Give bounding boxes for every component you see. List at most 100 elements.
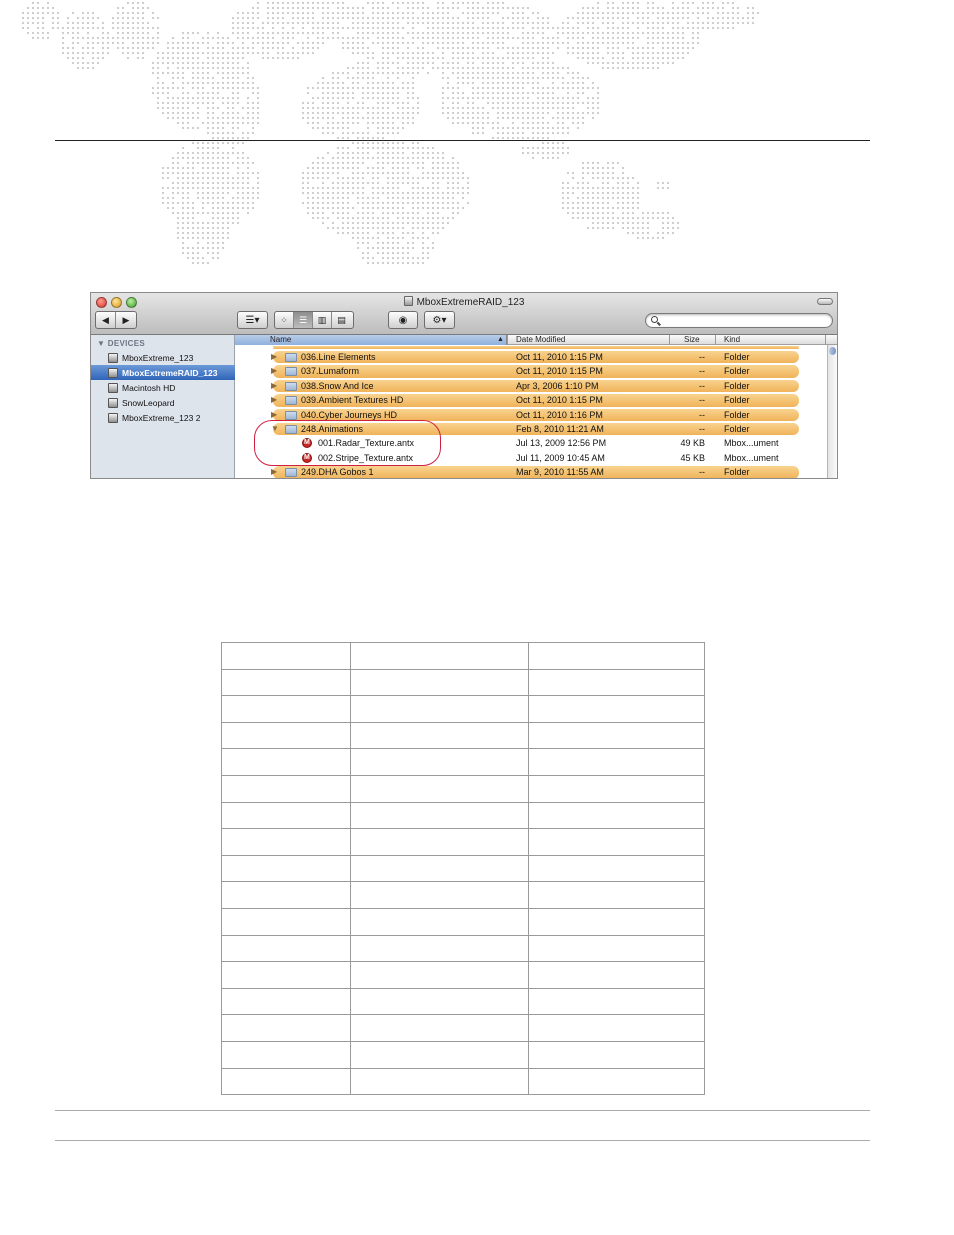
devices-label: DEVICES xyxy=(107,339,145,348)
file-size: 45 KB xyxy=(680,452,705,463)
table-cell xyxy=(528,907,705,936)
sidebar-item-label: MboxExtreme_123 2 xyxy=(122,412,201,423)
file-name: 249.DHA Gobos 1 xyxy=(301,467,374,478)
window-titlebar[interactable]: MboxExtremeRAID_123 ◀ ▶ ☰▾ ⁘ ☰ ▥ ▤ ◉ ⚙▾ xyxy=(91,293,837,335)
arrange-icon: ☰▾ xyxy=(245,314,260,326)
disclosure-triangle-icon[interactable]: ▶ xyxy=(271,364,277,378)
toolbar-toggle-button[interactable] xyxy=(817,298,833,305)
search-input[interactable] xyxy=(662,315,822,326)
hard-drive-icon xyxy=(108,367,118,378)
table-cell xyxy=(528,828,705,856)
table-cell xyxy=(528,642,705,670)
file-size: -- xyxy=(699,467,705,478)
table-row xyxy=(221,987,705,1016)
column-header-name[interactable]: Name xyxy=(235,335,507,345)
table-row[interactable]: ▶ 039.Ambient Textures HD Oct 11, 2010 1:1… xyxy=(235,393,827,407)
arrange-button[interactable]: ☰▾ xyxy=(237,311,268,329)
column-divider[interactable] xyxy=(507,335,508,345)
vertical-scrollbar[interactable] xyxy=(827,345,837,478)
disclosure-triangle-icon[interactable]: ▶ xyxy=(271,465,277,478)
world-map-dot-pattern xyxy=(21,1,760,265)
column-divider[interactable] xyxy=(669,335,670,345)
table-cell xyxy=(350,695,529,723)
table-row xyxy=(221,881,705,909)
file-kind: Mbox...ument xyxy=(724,438,779,449)
table-cell xyxy=(350,748,529,776)
sidebar-item-macintosh-hd[interactable]: Macintosh HD xyxy=(91,380,235,395)
file-date: Apr 3, 2006 1:10 PM xyxy=(516,380,599,391)
icon-view-button[interactable]: ⁘ xyxy=(275,312,294,328)
view-mode-control: ⁘ ☰ ▥ ▤ xyxy=(274,311,354,329)
table-cell xyxy=(221,1040,351,1069)
list-view-button[interactable]: ☰ xyxy=(294,312,313,328)
column-header-kind[interactable]: Kind xyxy=(724,335,740,345)
table-cell xyxy=(528,1014,705,1042)
file-date: Mar 9, 2010 11:55 AM xyxy=(516,467,604,478)
table-cell xyxy=(528,695,705,723)
folder-icon xyxy=(285,381,297,391)
folder-icon xyxy=(285,353,297,362)
footer-rule-bottom xyxy=(55,1140,870,1141)
table-cell xyxy=(221,961,351,989)
column-header-size[interactable]: Size xyxy=(684,335,700,345)
back-button[interactable]: ◀ xyxy=(96,312,116,328)
search-field[interactable] xyxy=(645,313,833,328)
sidebar-item-snowleopard[interactable]: SnowLeopard xyxy=(91,395,235,410)
table-cell xyxy=(221,854,351,883)
column-header-date-modified[interactable]: Date Modified xyxy=(516,335,565,345)
window-title-text: MboxExtremeRAID_123 xyxy=(416,297,525,308)
table-row[interactable]: ▶ 036.Line Elements Oct 11, 2010 1:15 PM --… xyxy=(235,350,827,364)
file-size: -- xyxy=(699,423,705,434)
file-date: Oct 11, 2010 1:16 PM xyxy=(516,409,603,420)
table-row[interactable]: ▶ 038.Snow And Ice Apr 3, 2006 1:10 PM -- Fo… xyxy=(235,379,827,393)
column-divider[interactable] xyxy=(825,335,826,345)
table-cell xyxy=(528,721,705,750)
devices-section-header[interactable]: ▼ DEVICES xyxy=(97,339,145,348)
table-cell xyxy=(528,987,705,1016)
forward-button[interactable]: ▶ xyxy=(116,312,136,328)
quick-look-button[interactable]: ◉ xyxy=(388,311,418,329)
table-cell xyxy=(350,801,529,830)
sidebar: ▼ DEVICES MboxExtreme_123 MboxExtremeRAI… xyxy=(91,335,235,478)
disclosure-triangle-icon[interactable]: ▶ xyxy=(271,393,277,407)
search-icon xyxy=(651,316,658,323)
table-row xyxy=(221,854,705,883)
table-row[interactable]: ▶ 249.DHA Gobos 1 Mar 9, 2010 11:55 AM -- Fo… xyxy=(235,465,827,478)
sidebar-item-mboxextreme-123[interactable]: MboxExtreme_123 xyxy=(91,350,235,365)
coverflow-view-button[interactable]: ▤ xyxy=(332,312,351,328)
table-cell xyxy=(221,695,351,723)
table-cell xyxy=(221,881,351,909)
table-row[interactable]: ▶ 037.Lumaform Oct 11, 2010 1:15 PM -- Folde… xyxy=(235,364,827,378)
table-cell xyxy=(221,934,351,963)
sidebar-item-mboxextremeraid-123[interactable]: MboxExtremeRAID_123 xyxy=(91,365,235,380)
column-divider[interactable] xyxy=(715,335,716,345)
header-rule xyxy=(55,140,870,141)
hard-drive-icon xyxy=(108,382,118,393)
column-view-button[interactable]: ▥ xyxy=(313,312,332,328)
action-menu-button[interactable]: ⚙▾ xyxy=(424,311,455,329)
disclosure-triangle-icon[interactable]: ▶ xyxy=(271,350,277,364)
drive-icon xyxy=(403,296,413,306)
table-row xyxy=(221,668,705,697)
hard-drive-icon xyxy=(108,352,118,363)
table-cell xyxy=(221,907,351,936)
scrollbar-thumb[interactable] xyxy=(829,347,836,355)
table-cell xyxy=(528,881,705,909)
sidebar-item-mboxextreme-123-2[interactable]: MboxExtreme_123 2 xyxy=(91,410,235,425)
table-cell xyxy=(350,987,529,1016)
file-size: -- xyxy=(699,409,705,420)
file-date: Oct 11, 2010 1:15 PM xyxy=(516,352,603,362)
disclosure-triangle-icon[interactable]: ▶ xyxy=(271,379,277,393)
table-cell xyxy=(528,774,705,803)
table-cell xyxy=(350,1040,529,1069)
file-size: -- xyxy=(699,395,705,406)
file-date: Oct 11, 2010 1:15 PM xyxy=(516,395,603,406)
folder-icon xyxy=(285,367,297,377)
table-cell xyxy=(221,987,351,1016)
footer-rule-top xyxy=(55,1110,870,1111)
sidebar-item-label: MboxExtremeRAID_123 xyxy=(122,367,218,378)
table-cell xyxy=(528,934,705,963)
file-size: 49 KB xyxy=(680,438,705,449)
table-row xyxy=(221,774,705,803)
window-title: MboxExtremeRAID_123 xyxy=(91,296,837,308)
